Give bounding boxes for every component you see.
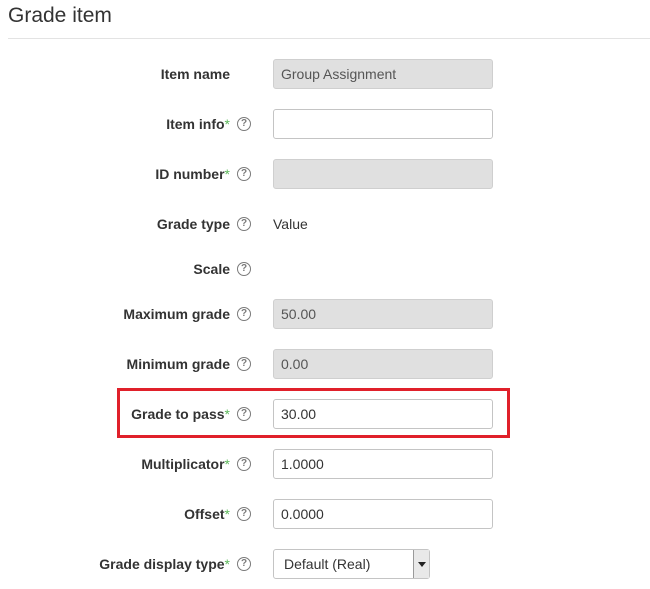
- form-row-grade-to-pass: Grade to pass* ?: [0, 398, 650, 430]
- item-info-label: Item info*: [166, 108, 230, 140]
- item-info-label-text: Item info: [166, 116, 225, 132]
- item-name-label: Item name: [160, 66, 230, 82]
- question-circle-icon[interactable]: ?: [237, 457, 251, 471]
- question-circle-icon[interactable]: ?: [237, 507, 251, 521]
- question-circle-icon[interactable]: ?: [237, 407, 251, 421]
- grade-type-label: Grade type: [156, 216, 230, 232]
- form-row-grade-display-type: Grade display type* ? Default (Real): [0, 548, 650, 580]
- form-row-grade-type: Grade type ? Value: [0, 208, 650, 240]
- grade-type-value: Value: [273, 216, 308, 232]
- id-number-input: [273, 159, 493, 189]
- scale-label: Scale: [193, 261, 230, 277]
- required-mark: *: [224, 556, 230, 572]
- form-row-maximum-grade: Maximum grade ?: [0, 298, 650, 330]
- maximum-grade-input: [273, 299, 493, 329]
- question-circle-icon[interactable]: ?: [237, 217, 251, 231]
- grade-to-pass-label: Grade to pass*: [131, 398, 230, 430]
- id-number-label-text: ID number: [155, 166, 225, 182]
- grade-display-type-label-text: Grade display type: [99, 556, 225, 572]
- item-info-input[interactable]: [273, 109, 493, 139]
- question-circle-icon[interactable]: ?: [237, 117, 251, 131]
- form-row-offset: Offset* ?: [0, 498, 650, 530]
- multiplicator-label: Multiplicator*: [141, 448, 230, 480]
- grade-display-type-selected: Default (Real): [284, 556, 371, 572]
- id-number-label: ID number*: [155, 158, 230, 190]
- required-mark: *: [224, 406, 230, 422]
- form-row-item-name: Item name: [0, 58, 650, 90]
- grade-display-type-label: Grade display type*: [99, 548, 230, 580]
- grade-display-type-select[interactable]: Default (Real): [273, 549, 430, 579]
- question-circle-icon[interactable]: ?: [237, 262, 251, 276]
- grade-to-pass-label-text: Grade to pass: [131, 406, 225, 422]
- offset-input[interactable]: [273, 499, 493, 529]
- form-row-item-info: Item info* ?: [0, 108, 650, 140]
- form-row-scale: Scale ?: [0, 253, 650, 285]
- form-row-multiplicator: Multiplicator* ?: [0, 448, 650, 480]
- required-mark: *: [224, 456, 230, 472]
- question-circle-icon[interactable]: ?: [237, 557, 251, 571]
- section-title: Grade item: [8, 4, 112, 27]
- form-row-minimum-grade: Minimum grade ?: [0, 348, 650, 380]
- item-name-input: [273, 59, 493, 89]
- section-divider: [8, 38, 650, 39]
- required-mark: *: [224, 506, 230, 522]
- maximum-grade-label: Maximum grade: [123, 306, 230, 322]
- multiplicator-input[interactable]: [273, 449, 493, 479]
- minimum-grade-label: Minimum grade: [126, 356, 230, 372]
- minimum-grade-input: [273, 349, 493, 379]
- chevron-down-icon[interactable]: [413, 550, 429, 578]
- question-circle-icon[interactable]: ?: [237, 167, 251, 181]
- question-circle-icon[interactable]: ?: [237, 357, 251, 371]
- multiplicator-label-text: Multiplicator: [141, 456, 225, 472]
- question-circle-icon[interactable]: ?: [237, 307, 251, 321]
- offset-label: Offset*: [184, 498, 230, 530]
- offset-label-text: Offset: [184, 506, 225, 522]
- required-mark: *: [224, 116, 230, 132]
- grade-to-pass-input[interactable]: [273, 399, 493, 429]
- form-row-id-number: ID number* ?: [0, 158, 650, 190]
- required-mark: *: [224, 166, 230, 182]
